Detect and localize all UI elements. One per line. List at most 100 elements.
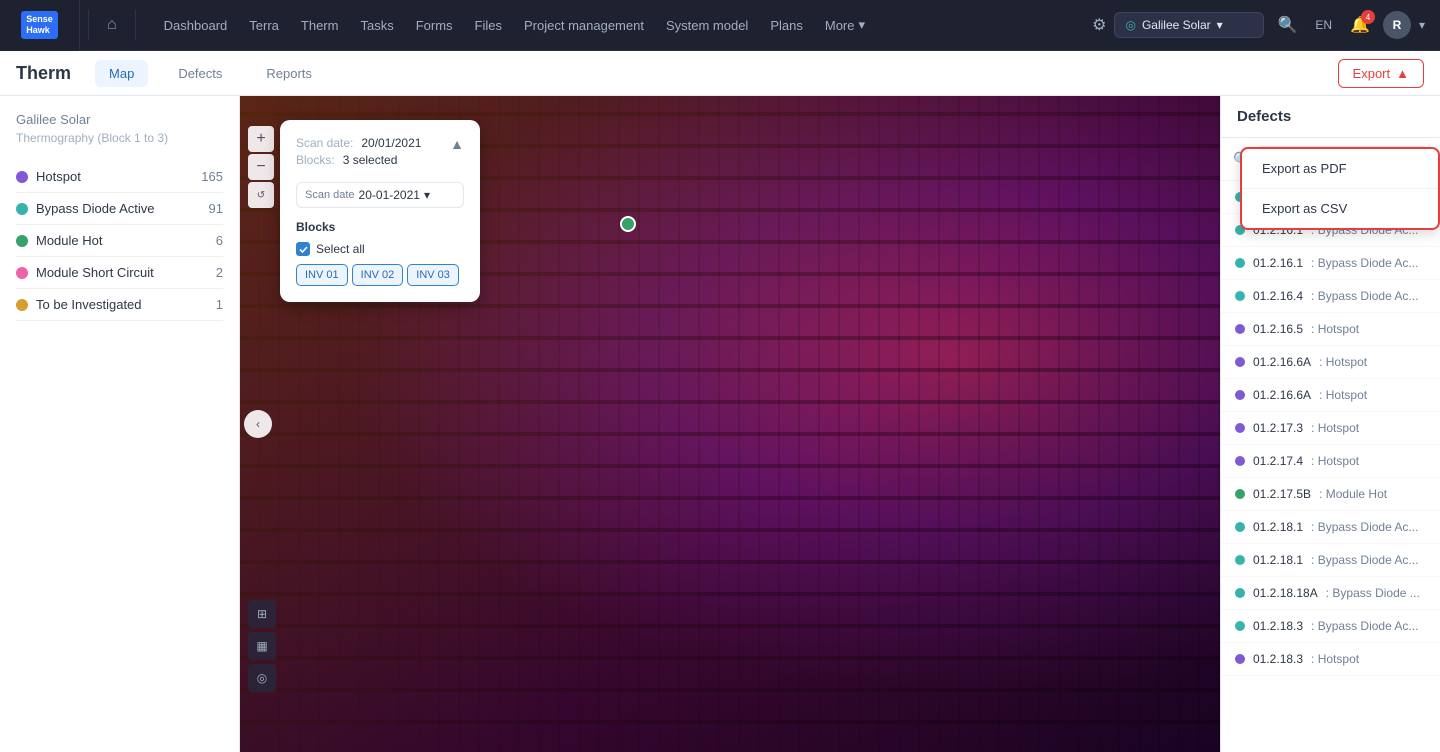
blocks-title: Blocks [296,220,464,234]
nav-more[interactable]: More ▾ [815,11,875,39]
defect-list-item[interactable]: 01.2.16.5 : Hotspot [1221,313,1440,346]
defect-list-item[interactable]: 01.2.18.1 : Bypass Diode Ac... [1221,544,1440,577]
page-nav: Therm Map Defects Reports Export ▲ Expor… [0,51,1440,96]
scan-date-dropdown[interactable]: Scan date 20-01-2021 ▾ [296,182,464,208]
defect-list-item[interactable]: 01.2.17.5B : Module Hot [1221,478,1440,511]
defect-list-item[interactable]: 01.2.17.3 : Hotspot [1221,412,1440,445]
export-button[interactable]: Export ▲ [1338,59,1424,88]
blocks-label: Blocks: [296,153,335,167]
nav-dashboard[interactable]: Dashboard [154,12,238,39]
block-tag-list: INV 01 INV 02 INV 03 [296,264,464,286]
nav-forms[interactable]: Forms [406,12,463,39]
search-icon[interactable]: 🔍 [1272,10,1302,40]
legend-count: 2 [216,265,223,280]
legend-item[interactable]: Module Hot 6 [16,225,223,257]
defect-dot [1235,654,1245,664]
logo[interactable]: SenseHawk [0,0,80,51]
tab-reports[interactable]: Reports [252,60,326,87]
defect-id: 01.2.16.5 [1253,322,1303,336]
defect-type: : Bypass Diode ... [1326,586,1420,600]
block-tag-inv01[interactable]: INV 01 [296,264,348,286]
workspace-selector[interactable]: ◎ Galilee Solar ▾ [1114,12,1264,38]
grid-mini-button[interactable]: ▦ [248,632,276,660]
defect-id: 01.2.17.5B [1253,487,1311,501]
workspace-name: Galilee Solar [1142,18,1211,32]
settings-icon[interactable]: ⚙ [1092,15,1106,35]
zoom-reset-button[interactable]: ↺ [248,182,274,208]
legend-label: Module Short Circuit [36,265,154,280]
user-avatar[interactable]: R [1383,11,1411,39]
export-dropdown: Export as PDF Export as CSV [1240,147,1440,230]
map-prev-button[interactable]: ‹ [244,410,272,438]
language-selector[interactable]: EN [1310,13,1337,37]
defect-dot [1235,423,1245,433]
defect-dot [1235,324,1245,334]
defect-list-item[interactable]: 01.2.16.4 : Bypass Diode Ac... [1221,280,1440,313]
workspace-chevron: ▾ [1217,18,1223,32]
zoom-out-button[interactable]: − [248,154,274,180]
tab-defects[interactable]: Defects [164,60,236,87]
popup-collapse-button[interactable]: ▲ [450,136,464,152]
block-tag-inv02[interactable]: INV 02 [352,264,404,286]
defect-list-item[interactable]: 01.2.17.4 : Hotspot [1221,445,1440,478]
nav-files[interactable]: Files [465,12,512,39]
legend-label: Bypass Diode Active [36,201,155,216]
nav-terra[interactable]: Terra [239,12,289,39]
target-mini-button[interactable]: ◎ [248,664,276,692]
defect-dot [1235,555,1245,565]
defect-type: : Bypass Diode Ac... [1311,520,1418,534]
nav-therm[interactable]: Therm [291,12,349,39]
defect-type: : Hotspot [1311,652,1359,666]
checkbox-icon [296,242,310,256]
legend-count: 1 [216,297,223,312]
legend-item[interactable]: Module Short Circuit 2 [16,257,223,289]
defect-list-item[interactable]: 01.2.16.6A : Hotspot [1221,379,1440,412]
legend-label: To be Investigated [36,297,142,312]
legend-item[interactable]: Bypass Diode Active 91 [16,193,223,225]
tab-map[interactable]: Map [95,60,148,87]
defect-id: 01.2.16.6A [1253,355,1311,369]
defect-list-item[interactable]: 01.2.18.18A : Bypass Diode ... [1221,577,1440,610]
defect-dot [1235,456,1245,466]
nav-tasks[interactable]: Tasks [350,12,403,39]
layers-mini-button[interactable]: ⊞ [248,600,276,628]
nav-system-model[interactable]: System model [656,12,758,39]
defect-dot [1235,588,1245,598]
notifications-bell[interactable]: 🔔 4 [1345,10,1375,40]
defect-list-item[interactable]: 01.2.16.6A : Hotspot [1221,346,1440,379]
scan-date-label: Scan date: [296,136,353,150]
defect-type: : Hotspot [1311,454,1359,468]
defect-id: 01.2.18.1 [1253,553,1303,567]
defect-id: 01.2.18.18A [1253,586,1318,600]
export-pdf[interactable]: Export as PDF [1242,149,1438,189]
defect-dot [1235,390,1245,400]
select-all-checkbox[interactable]: Select all [296,242,464,256]
defect-dot [1235,357,1245,367]
legend-count: 6 [216,233,223,248]
home-icon[interactable]: ⌂ [97,16,127,34]
defect-list-item[interactable]: 01.2.16.1 : Bypass Diode Ac... [1221,247,1440,280]
map-marker [620,216,636,232]
zoom-in-button[interactable]: + [248,126,274,152]
legend-item[interactable]: Hotspot 165 [16,161,223,193]
legend-dot [16,299,28,311]
block-tag-inv03[interactable]: INV 03 [407,264,459,286]
defect-type: : Bypass Diode Ac... [1311,553,1418,567]
avatar-chevron[interactable]: ▾ [1419,18,1425,32]
defect-id: 01.2.18.3 [1253,652,1303,666]
map-zoom-controls: + − ↺ [248,126,274,208]
defect-dot [1235,258,1245,268]
nav-plans[interactable]: Plans [760,12,813,39]
sidebar-site: Galilee Solar [16,112,223,127]
nav-project-management[interactable]: Project management [514,12,654,39]
defect-list-item[interactable]: 01.2.18.3 : Hotspot [1221,643,1440,676]
defect-list-item[interactable]: 01.2.18.3 : Bypass Diode Ac... [1221,610,1440,643]
export-csv[interactable]: Export as CSV [1242,189,1438,228]
chevron-up-icon: ▲ [1396,66,1409,81]
legend-item[interactable]: To be Investigated 1 [16,289,223,321]
defect-list-item[interactable]: 01.2.18.1 : Bypass Diode Ac... [1221,511,1440,544]
defect-type: : Hotspot [1319,388,1367,402]
defect-dot [1235,291,1245,301]
scan-date-value: 20/01/2021 [361,136,421,150]
chevron-down-icon-2: ▾ [424,188,430,202]
